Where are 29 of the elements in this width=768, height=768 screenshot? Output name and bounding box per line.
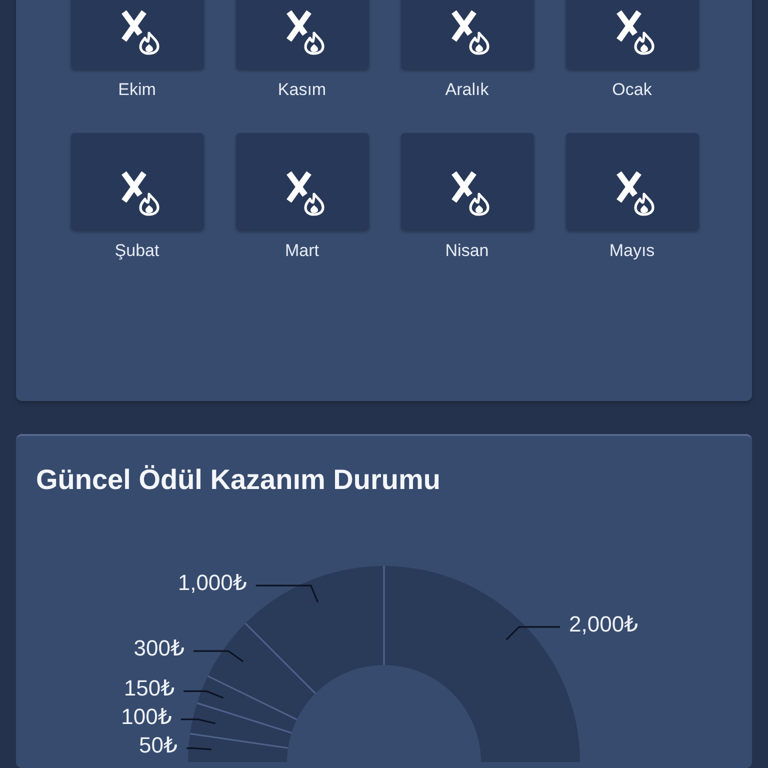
month-label: Ocak [612, 80, 652, 100]
leader-line [194, 650, 244, 662]
cross-flame-icon [120, 10, 160, 55]
slice-label: 300₺ [134, 636, 184, 661]
slice-label: 150₺ [124, 676, 175, 701]
month-label: Şubat [114, 241, 160, 261]
cross-flame-icon [615, 171, 655, 216]
cross-flame-icon [120, 171, 160, 216]
month-label: Mart [285, 241, 319, 261]
leader-line [506, 626, 560, 640]
slice-label: 50₺ [139, 732, 178, 758]
slice-label: 2,000₺ [569, 611, 638, 636]
month-label: Kasım [278, 80, 326, 100]
card-title: Güncel Ödül Kazanım Durumu [36, 463, 442, 497]
cross-flame-icon [285, 171, 325, 216]
month-label: Mayıs [609, 241, 655, 261]
month-label: Nisan [445, 241, 489, 261]
month-label: Aralık [445, 80, 489, 100]
leader-line [180, 718, 216, 724]
leader-line [186, 747, 212, 750]
slice-label: 1,000₺ [178, 570, 247, 596]
leader-line [256, 584, 319, 602]
cross-flame-icon [615, 10, 655, 55]
cross-flame-icon [285, 10, 325, 55]
cross-flame-icon [450, 10, 490, 55]
leader-line [184, 690, 224, 699]
month-label: Ekim [118, 80, 156, 100]
cross-flame-icon [450, 171, 490, 216]
slice-label: 100₺ [121, 704, 172, 729]
